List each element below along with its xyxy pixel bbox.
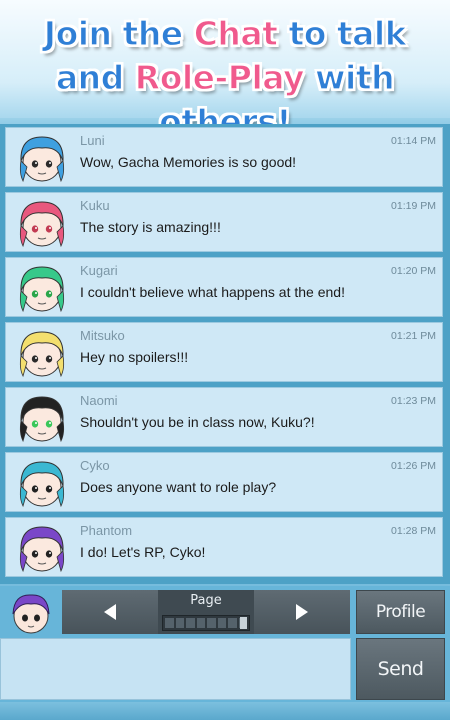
user-avatar[interactable] (9, 326, 75, 380)
page-indicator: Page (158, 590, 254, 634)
avatar-icon (19, 201, 65, 248)
send-button[interactable]: Send (356, 638, 445, 700)
chat-message[interactable]: Mitsuko 01:21 PM Hey no spoilers!!! (5, 322, 443, 382)
message-sender-name: Kugari (80, 263, 118, 278)
message-text: I couldn't believe what happens at the e… (80, 284, 345, 300)
next-page-button[interactable] (254, 590, 350, 634)
user-avatar[interactable] (9, 521, 75, 575)
message-timestamp: 01:23 PM (391, 395, 436, 407)
profile-button[interactable]: Profile (356, 590, 445, 634)
message-timestamp: 01:19 PM (391, 200, 436, 212)
avatar-icon (19, 136, 65, 183)
chat-message[interactable]: Luni 01:14 PM Wow, Gacha Memories is so go… (5, 127, 443, 187)
message-input[interactable] (0, 638, 351, 700)
message-text: The story is amazing!!! (80, 219, 221, 235)
page-scrollbar[interactable] (162, 615, 250, 631)
page-label: Page (190, 593, 222, 608)
avatar-icon (19, 266, 65, 313)
chat-message[interactable]: Kuku 01:19 PM The story is amazing!!! (5, 192, 443, 252)
message-sender-name: Cyko (80, 458, 110, 473)
avatar-icon (19, 331, 65, 378)
page-navigator: Page (62, 590, 350, 634)
chat-message-list[interactable]: Luni 01:14 PM Wow, Gacha Memories is so go… (0, 124, 450, 584)
user-avatar[interactable] (9, 131, 75, 185)
message-text: I do! Let's RP, Cyko! (80, 544, 206, 560)
previous-page-button[interactable] (62, 590, 158, 634)
user-avatar[interactable] (9, 456, 75, 510)
message-sender-name: Kuku (80, 198, 110, 213)
message-sender-name: Naomi (80, 393, 118, 408)
chat-message[interactable]: Naomi 01:23 PM Shouldn't you be in class n… (5, 387, 443, 447)
chat-message[interactable]: Cyko 01:26 PM Does anyone want to role pla… (5, 452, 443, 512)
chat-message[interactable]: Phantom 01:28 PM I do! Let's RP, Cyko! (5, 517, 443, 577)
chat-controls: Page Profile Send (0, 586, 450, 720)
message-timestamp: 01:20 PM (391, 265, 436, 277)
avatar-icon (19, 461, 65, 508)
message-sender-name: Phantom (80, 523, 133, 538)
user-avatar[interactable] (9, 196, 75, 250)
page-scroll-thumb[interactable] (240, 617, 247, 629)
avatar-icon (19, 396, 65, 443)
avatar-icon (12, 594, 50, 634)
user-avatar[interactable] (9, 391, 75, 445)
arrow-left-icon (104, 604, 116, 620)
avatar-icon (19, 526, 65, 573)
message-text: Does anyone want to role play? (80, 479, 277, 495)
arrow-right-icon (296, 604, 308, 620)
message-timestamp: 01:26 PM (391, 460, 436, 472)
message-timestamp: 01:21 PM (391, 330, 436, 342)
my-avatar[interactable] (5, 590, 57, 636)
message-sender-name: Luni (80, 133, 105, 148)
banner-line-1: Join the Chat to talk (43, 13, 407, 53)
message-sender-name: Mitsuko (80, 328, 125, 343)
message-timestamp: 01:14 PM (391, 135, 436, 147)
message-timestamp: 01:28 PM (391, 525, 436, 537)
message-text: Shouldn't you be in class now, Kuku?! (80, 414, 315, 430)
message-text: Hey no spoilers!!! (80, 349, 189, 365)
promo-banner: Join the Chat to talk and Role-Play with… (0, 0, 450, 142)
message-text: Wow, Gacha Memories is so good! (80, 154, 297, 170)
user-avatar[interactable] (9, 261, 75, 315)
chat-message[interactable]: Kugari 01:20 PM I couldn't believe what ha… (5, 257, 443, 317)
footer-strip (0, 702, 450, 720)
